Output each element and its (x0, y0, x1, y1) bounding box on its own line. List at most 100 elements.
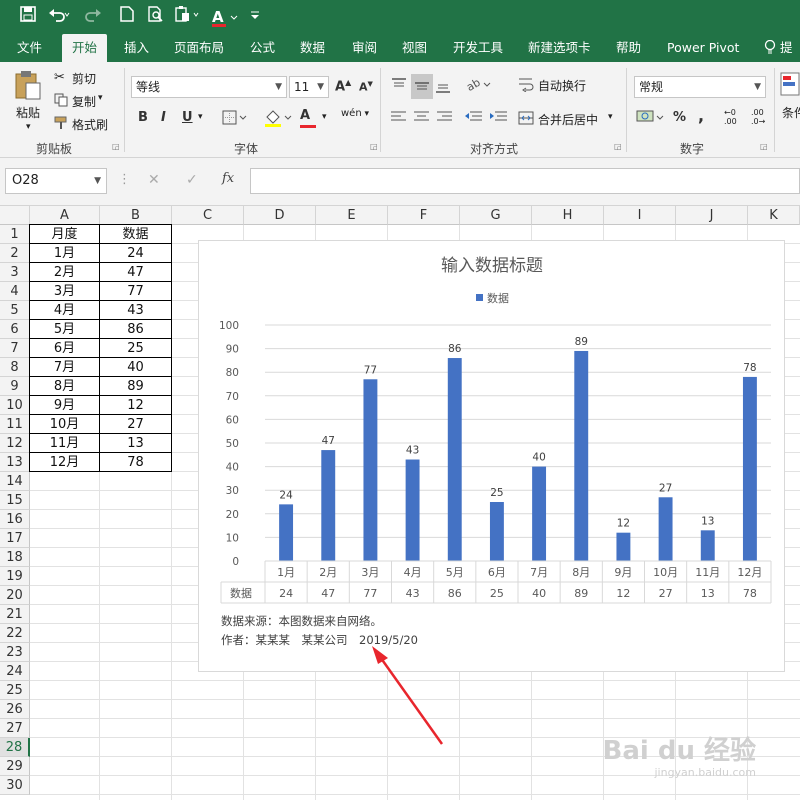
redo-icon[interactable] (84, 6, 106, 29)
bottom-align-button[interactable] (434, 76, 452, 97)
table-cell[interactable]: 77 (99, 281, 172, 301)
tab-tell-me[interactable]: 提 (764, 34, 793, 62)
bar-7月[interactable] (532, 466, 547, 561)
accounting-format-button[interactable] (636, 108, 666, 131)
merge-center-button[interactable]: 合并后居中 ▾ (518, 110, 613, 129)
bar-10月[interactable] (658, 497, 673, 561)
worksheet-grid[interactable]: A B C D E F G H I J K 1 2 3 4 5 6 7 8 9 10 11 12 13 14 15 16 17 18 19… (0, 206, 800, 800)
tab-insert[interactable]: 插入 (124, 34, 149, 62)
tab-file[interactable]: 文件 (17, 34, 42, 62)
row-header-10[interactable]: 10 (0, 396, 30, 415)
table-cell[interactable]: 12月 (29, 452, 100, 472)
column-header-f[interactable]: F (388, 206, 460, 225)
bar-8月[interactable] (574, 350, 589, 561)
row-header-26[interactable]: 26 (0, 700, 30, 719)
font-launcher-icon[interactable]: ◲ (370, 142, 378, 151)
row-header-24[interactable]: 24 (0, 662, 30, 681)
percent-button[interactable]: % (673, 110, 686, 125)
table-cell[interactable]: 8月 (29, 376, 100, 396)
row-header-11[interactable]: 11 (0, 415, 30, 434)
row-header-25[interactable]: 25 (0, 681, 30, 700)
tab-review[interactable]: 审阅 (352, 34, 377, 62)
left-align-button[interactable] (390, 110, 408, 127)
formula-input[interactable] (250, 168, 800, 194)
bar-11月[interactable] (700, 530, 715, 561)
bold-button[interactable]: B (138, 110, 148, 125)
bar-6月[interactable] (489, 502, 504, 561)
shrink-font-button[interactable]: A▼ (359, 80, 373, 94)
save-icon[interactable] (20, 6, 36, 29)
table-header-cell[interactable]: 月度 (29, 224, 100, 244)
row-header-29[interactable]: 29 (0, 757, 30, 776)
conditional-format-button[interactable]: 条件 (780, 72, 800, 120)
undo-icon[interactable] (48, 6, 70, 29)
italic-button[interactable]: I (161, 110, 166, 125)
table-header-cell[interactable]: 数据 (99, 224, 172, 244)
underline-dropdown-icon[interactable]: ▾ (198, 112, 203, 122)
number-format-combo[interactable]: 常规 ▼ (634, 76, 766, 98)
table-cell[interactable]: 13 (99, 433, 172, 453)
increase-indent-button[interactable] (489, 110, 509, 127)
paste-icon[interactable] (174, 6, 202, 29)
table-cell[interactable]: 10月 (29, 414, 100, 434)
bar-4月[interactable] (405, 459, 420, 561)
row-header-3[interactable]: 3 (0, 263, 30, 282)
row-header-6[interactable]: 6 (0, 320, 30, 339)
print-preview-icon[interactable] (148, 6, 164, 29)
table-cell[interactable]: 7月 (29, 357, 100, 377)
row-header-28[interactable]: 28 (0, 738, 30, 757)
tab-data[interactable]: 数据 (300, 34, 325, 62)
borders-button[interactable] (222, 110, 248, 129)
tab-page-layout[interactable]: 页面布局 (174, 34, 224, 62)
row-header-1[interactable]: 1 (0, 225, 30, 244)
tab-formulas[interactable]: 公式 (250, 34, 275, 62)
wrap-text-button[interactable]: 自动换行 (518, 76, 586, 95)
row-header-5[interactable]: 5 (0, 301, 30, 320)
bar-1月[interactable] (279, 504, 294, 561)
bar-12月[interactable] (742, 376, 757, 561)
insert-function-button[interactable]: fx (222, 171, 234, 186)
fill-color-button[interactable] (264, 108, 294, 131)
format-painter-button[interactable]: 格式刷 (54, 116, 108, 133)
column-header-j[interactable]: J (676, 206, 748, 225)
row-header-12[interactable]: 12 (0, 434, 30, 453)
column-header-d[interactable]: D (244, 206, 316, 225)
tab-view[interactable]: 视图 (402, 34, 427, 62)
bar-chart[interactable]: 输入数据标题数据 0 10 20 30 40 50 60 70 80 90 100 24 47 77 43 86… (199, 241, 786, 673)
table-cell[interactable]: 6月 (29, 338, 100, 358)
font-name-combo[interactable]: 等线 ▼ (131, 76, 287, 98)
row-header-15[interactable]: 15 (0, 491, 30, 510)
row-header-18[interactable]: 18 (0, 548, 30, 567)
row-header-8[interactable]: 8 (0, 358, 30, 377)
row-header-19[interactable]: 19 (0, 567, 30, 586)
bar-9月[interactable] (616, 532, 631, 561)
row-header-16[interactable]: 16 (0, 510, 30, 529)
column-header-b[interactable]: B (100, 206, 172, 225)
copy-button[interactable]: 复制 ▾ (54, 93, 103, 110)
cut-button[interactable]: ✂ 剪切 (54, 70, 96, 86)
alignment-launcher-icon[interactable]: ◲ (614, 142, 622, 151)
tab-developer[interactable]: 开发工具 (453, 34, 503, 62)
row-header-21[interactable]: 21 (0, 605, 30, 624)
table-cell[interactable]: 78 (99, 452, 172, 472)
bar-3月[interactable] (363, 379, 378, 561)
table-cell[interactable]: 89 (99, 376, 172, 396)
orientation-button[interactable]: ab (464, 74, 494, 97)
table-cell[interactable]: 86 (99, 319, 172, 339)
column-header-h[interactable]: H (532, 206, 604, 225)
row-header-23[interactable]: 23 (0, 643, 30, 662)
column-header-i[interactable]: I (604, 206, 676, 225)
tab-power-pivot[interactable]: Power Pivot (667, 34, 739, 62)
row-header-27[interactable]: 27 (0, 719, 30, 738)
table-cell[interactable]: 4月 (29, 300, 100, 320)
row-header-2[interactable]: 2 (0, 244, 30, 263)
row-header-7[interactable]: 7 (0, 339, 30, 358)
clipboard-launcher-icon[interactable]: ◲ (112, 142, 120, 151)
right-align-button[interactable] (436, 110, 454, 127)
column-header-k[interactable]: K (748, 206, 800, 225)
name-box[interactable]: O28 ▼ (5, 168, 107, 194)
top-align-button[interactable] (390, 76, 408, 97)
table-cell[interactable]: 9月 (29, 395, 100, 415)
bar-5月[interactable] (447, 358, 462, 561)
new-doc-icon[interactable] (120, 6, 134, 29)
